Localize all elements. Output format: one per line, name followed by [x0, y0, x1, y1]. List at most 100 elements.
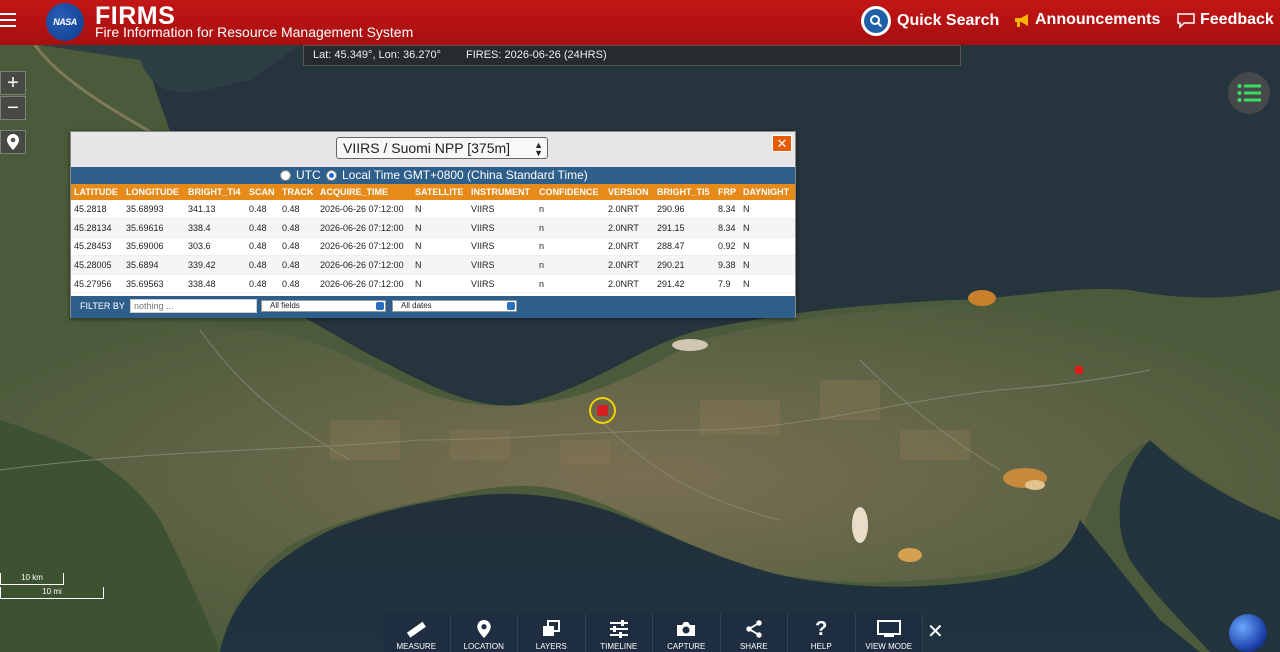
local-time-radio[interactable]: [326, 170, 337, 181]
zoom-out-button[interactable]: −: [0, 96, 26, 120]
feedback-button[interactable]: Feedback: [1176, 11, 1274, 29]
search-icon: [861, 6, 891, 36]
table-cell: N: [740, 274, 795, 294]
column-header[interactable]: TRACK: [279, 184, 317, 200]
list-icon: [1237, 84, 1261, 102]
table-row[interactable]: 45.27956 35.69563 338.48 0.48 0.48 2026-06-26…: [71, 274, 795, 294]
table-cell: 8.34: [715, 218, 740, 238]
table-header-row: LATITUDE LONGITUDE BRIGHT_TI4 SCAN TRACK ACQU…: [71, 184, 795, 200]
timeline-button[interactable]: TIMELINE: [585, 614, 653, 652]
date-select-value: All dates: [401, 301, 432, 310]
table-cell: 0.48: [246, 200, 279, 220]
panel-header: VIIRS / Suomi NPP [375m] ▲ ▼ ✕: [71, 132, 795, 167]
fire-hotspot[interactable]: [1075, 366, 1083, 374]
table-cell: 35.6894: [123, 255, 185, 275]
satellite-map[interactable]: [0, 0, 1280, 652]
selected-fire-marker[interactable]: [589, 397, 616, 424]
zoom-in-button[interactable]: +: [0, 71, 26, 95]
table-cell: 303.6: [185, 237, 246, 257]
utc-radio[interactable]: [280, 170, 291, 181]
column-header[interactable]: SCAN: [246, 184, 279, 200]
table-cell: n: [536, 200, 605, 220]
column-header[interactable]: LATITUDE: [71, 184, 123, 200]
table-cell: 0.92: [715, 237, 740, 257]
table-row[interactable]: 45.2818 35.68993 341.13 0.48 0.48 2026-06-26 …: [71, 200, 795, 220]
announcements-button[interactable]: Announcements: [1013, 11, 1160, 29]
share-label: SHARE: [739, 642, 768, 651]
table-cell: 2.0NRT: [605, 218, 654, 238]
pin-icon: [7, 134, 19, 150]
monitor-icon: [876, 620, 901, 637]
feedback-label: Feedback: [1200, 11, 1274, 28]
table-cell: N: [412, 237, 468, 257]
table-body: 45.2818 35.68993 341.13 0.48 0.48 2026-06-26 …: [71, 200, 795, 294]
quick-search-label: Quick Search: [897, 12, 1000, 29]
menu-icon[interactable]: [0, 13, 16, 29]
help-button[interactable]: ? HELP: [788, 614, 856, 652]
table-cell: N: [412, 218, 468, 238]
location-label: LOCATION: [463, 642, 504, 651]
column-header[interactable]: BRIGHT_TI4: [185, 184, 246, 200]
toolbar-close-button[interactable]: ✕: [927, 619, 944, 644]
close-button[interactable]: ✕: [772, 135, 792, 152]
table-cell: 8.34: [715, 200, 740, 220]
table-cell: 290.21: [654, 255, 715, 275]
table-cell: 35.68993: [123, 200, 185, 220]
select-arrows-icon: ▲ ▼: [534, 140, 543, 158]
table-row[interactable]: 45.28453 35.69006 303.6 0.48 0.48 2026-06-26 …: [71, 237, 795, 257]
column-header[interactable]: LONGITUDE: [123, 184, 185, 200]
table-cell: VIIRS: [468, 237, 536, 257]
layers-button[interactable]: LAYERS: [518, 614, 586, 652]
table-cell: VIIRS: [468, 255, 536, 275]
filter-label: FILTER BY: [80, 301, 125, 311]
column-header[interactable]: INSTRUMENT: [468, 184, 536, 200]
table-cell: 2.0NRT: [605, 255, 654, 275]
column-header[interactable]: SATELLITE: [412, 184, 468, 200]
column-header[interactable]: FRP: [715, 184, 740, 200]
location-button[interactable]: LOCATION: [450, 614, 518, 652]
scale-mi: 10 mi: [0, 587, 104, 599]
select-arrow-icon: [507, 302, 515, 310]
table-cell: 341.13: [185, 200, 246, 220]
table-cell: VIIRS: [468, 274, 536, 294]
table-cell: 339.42: [185, 255, 246, 275]
quick-search-button[interactable]: Quick Search: [861, 6, 999, 36]
view-mode-button[interactable]: VIEW MODE: [855, 614, 923, 652]
layer-list-button[interactable]: [1228, 72, 1270, 114]
timezone-row: UTC Local Time GMT+0800 (China Standard …: [71, 167, 795, 184]
column-header[interactable]: VERSION: [605, 184, 654, 200]
table-cell: 0.48: [246, 218, 279, 238]
share-button[interactable]: SHARE: [720, 614, 788, 652]
filter-row: FILTER BY All fields All dates: [71, 296, 795, 318]
pin-icon: [477, 620, 491, 638]
fire-data-table: LATITUDE LONGITUDE BRIGHT_TI4 SCAN TRACK ACQU…: [71, 184, 795, 294]
filter-input[interactable]: [130, 299, 257, 313]
table-cell: N: [740, 218, 795, 238]
table-cell: n: [536, 237, 605, 257]
geolocate-button[interactable]: [0, 130, 26, 154]
date-select[interactable]: All dates: [392, 300, 517, 312]
table-cell: 2026-06-26 07:12:00: [317, 218, 412, 238]
column-header[interactable]: BRIGHT_TI5: [654, 184, 715, 200]
fire-hotspot: [597, 405, 608, 416]
layers-label: LAYERS: [535, 642, 567, 651]
column-header[interactable]: DAYNIGHT: [740, 184, 795, 200]
cursor-location: Lat: 45.349°, Lon: 36.270°: [313, 49, 442, 61]
table-cell: VIIRS: [468, 200, 536, 220]
nasa-logo[interactable]: NASA: [46, 3, 84, 41]
megaphone-icon: [1015, 14, 1028, 27]
measure-button[interactable]: MEASURE: [383, 614, 451, 652]
table-row[interactable]: 45.28005 35.6894 339.42 0.48 0.48 2026-06-26 …: [71, 255, 795, 275]
table-row[interactable]: 45.28134 35.69616 338.4 0.48 0.48 2026-06-26 …: [71, 218, 795, 238]
sensor-select[interactable]: VIIRS / Suomi NPP [375m] ▲ ▼: [336, 137, 548, 159]
table-cell: N: [740, 255, 795, 275]
column-header[interactable]: CONFIDENCE: [536, 184, 605, 200]
coordinate-bar: Lat: 45.349°, Lon: 36.270° FIRES: 2026-0…: [303, 45, 961, 66]
capture-button[interactable]: CAPTURE: [653, 614, 721, 652]
view-mode-label: VIEW MODE: [865, 642, 913, 651]
column-header[interactable]: ACQUIRE_TIME: [317, 184, 412, 200]
table-cell: 0.48: [279, 218, 317, 238]
field-select[interactable]: All fields: [261, 300, 386, 312]
globe-icon[interactable]: [1229, 614, 1267, 652]
table-cell: 0.48: [279, 274, 317, 294]
